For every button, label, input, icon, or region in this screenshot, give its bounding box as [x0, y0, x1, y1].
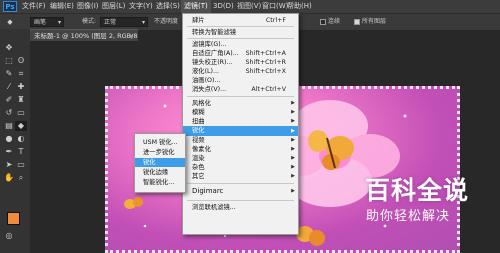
menu-filter[interactable]: 滤镜(T) — [181, 0, 211, 13]
quick-select-icon[interactable]: ✎ — [3, 69, 15, 79]
path-select-icon[interactable]: ➤ — [3, 160, 15, 170]
chevron-down-icon: ▾ — [57, 19, 61, 26]
submenu-arrow-icon: ▶ — [291, 155, 295, 161]
submenu-arrow-icon: ▶ — [291, 188, 295, 194]
menu-row-digimarc[interactable]: Digimarc ▶ — [183, 186, 298, 197]
preset-select[interactable]: 画笔 ▾ — [30, 17, 64, 27]
submenu-arrow-icon: ▶ — [291, 164, 295, 170]
watermark-subtitle: 助你轻松解决 — [366, 209, 451, 224]
close-icon[interactable]: × — [129, 30, 134, 41]
menu-file[interactable]: 文件(F) — [22, 0, 46, 13]
menu-row-filter-gallery[interactable]: 滤镜库(G)... — [183, 40, 298, 49]
sharpen-submenu: USM 锐化... 进一步锐化 锐化 锐化边缘 智能锐化... — [134, 133, 186, 193]
mode-value: 正常 — [104, 19, 117, 26]
menu-row-browse-online-filters[interactable]: 浏览联机滤镜... — [183, 203, 298, 212]
healing-icon[interactable]: ✚ — [15, 82, 27, 92]
menu-help[interactable]: 帮助(H) — [287, 0, 312, 13]
smooth-label: 连续 — [328, 18, 341, 25]
submenu-sharpen-edges[interactable]: 锐化边缘 — [135, 168, 185, 177]
mode-select[interactable]: 正常 ▾ — [100, 17, 148, 27]
stamp-icon[interactable]: ♜ — [15, 95, 27, 105]
zoom-icon[interactable]: ⌕ — [15, 173, 27, 183]
foreground-color-swatch[interactable] — [7, 212, 20, 225]
eyedropper-icon[interactable]: ⁄ — [3, 82, 15, 92]
document-tab[interactable]: 未标题-1 @ 100% (图层 2, RGB/8) * × — [30, 29, 138, 41]
eraser-icon[interactable]: ▭ — [15, 108, 27, 118]
menu-row-lens-correction[interactable]: 镜头校正(R)... Shift+Ctrl+R — [183, 58, 298, 67]
menu-row-oil-paint[interactable]: 油画(O)... — [183, 76, 298, 85]
submenu-smart-sharpen[interactable]: 智能锐化... — [135, 178, 185, 187]
menu-row-sharpen[interactable]: 锐化 ▶ — [183, 126, 298, 136]
type-icon[interactable]: T — [15, 147, 27, 157]
crop-icon[interactable]: ⌗ — [15, 69, 27, 79]
hand-icon[interactable]: ✋ — [3, 173, 15, 183]
move-icon[interactable]: ✥ — [3, 43, 15, 53]
menu-row-video[interactable]: 视频 ▶ — [183, 136, 298, 145]
menu-row-blur[interactable]: 模糊 ▶ — [183, 108, 298, 117]
menu-view[interactable]: 视图(V) — [237, 0, 261, 13]
preset-value: 画笔 — [34, 19, 47, 26]
menu-row-pixelate[interactable]: 像素化 ▶ — [183, 145, 298, 154]
quick-mask-icon[interactable]: ◎ — [3, 231, 15, 241]
submenu-arrow-icon: ▶ — [291, 137, 295, 143]
menu-row-adaptive-wide-angle[interactable]: 自适应广角(A)... Shift+Ctrl+A — [183, 49, 298, 58]
tools-panel: ✥ ⬚ ʘ ✎ ⌗ ⁄ ✚ ✐ ♜ ↺ ▭ ▤ ◆ ● ◐ ✒ T ➤ ▭ ✋ … — [0, 29, 31, 253]
menu-row-distort[interactable]: 扭曲 ▶ — [183, 117, 298, 126]
blur-icon[interactable]: ● — [3, 134, 15, 144]
submenu-sharpen[interactable]: 锐化 — [135, 158, 185, 167]
all-layers-checkbox[interactable] — [354, 19, 360, 25]
submenu-arrow-icon: ▶ — [291, 173, 295, 179]
submenu-usm-sharpen[interactable]: USM 锐化... — [135, 138, 185, 147]
watermark: 百科全说 助你轻松解决 — [340, 171, 500, 233]
brush-icon[interactable]: ✐ — [3, 95, 15, 105]
menu-3d[interactable]: 3D(D) — [213, 0, 234, 13]
lasso-icon[interactable]: ʘ — [15, 56, 27, 66]
menu-row-stylize[interactable]: 风格化 ▶ — [183, 99, 298, 108]
submenu-sharpen-more[interactable]: 进一步锐化 — [135, 148, 185, 157]
smooth-checkbox[interactable] — [320, 19, 326, 25]
paint-bucket-icon[interactable]: ◆ — [5, 17, 15, 27]
menu-image[interactable]: 图像(I) — [77, 0, 99, 13]
submenu-arrow-icon: ▶ — [291, 100, 295, 106]
menu-row-vanishing-point[interactable]: 消失点(V)... Alt+Ctrl+V — [183, 85, 298, 94]
gradient-icon[interactable]: ▤ — [3, 121, 15, 131]
menu-select[interactable]: 选择(S) — [156, 0, 180, 13]
submenu-arrow-icon: ▶ — [291, 109, 295, 115]
menu-row-noise[interactable]: 杂色 ▶ — [183, 163, 298, 172]
filter-dropdown-menu: 肆片 Ctrl+F 转换为智能滤镜 滤镜库(G)... 自适应广角(A)... Sh… — [182, 13, 299, 235]
paint-bucket-tool-icon[interactable]: ◆ — [15, 121, 27, 131]
menu-row-other[interactable]: 其它 ▶ — [183, 172, 298, 181]
menu-bar: Ps 文件(F) 编辑(E) 图像(I) 图层(L) 文字(Y) 选择(S) 滤… — [0, 0, 500, 13]
menu-edit[interactable]: 编辑(E) — [50, 0, 74, 13]
menu-row-liquify[interactable]: 液化(L)... Shift+Ctrl+X — [183, 67, 298, 76]
opacity-label: 不透明度 — [154, 18, 179, 25]
marquee-icon[interactable]: ⬚ — [3, 56, 15, 66]
document-title: 未标题-1 @ 100% (图层 2, RGB/8) * — [34, 32, 138, 40]
menu-window[interactable]: 窗口(W) — [262, 0, 288, 13]
menu-layer[interactable]: 图层(L) — [102, 0, 125, 13]
submenu-arrow-icon: ▶ — [291, 146, 295, 152]
all-layers-label: 所有图层 — [362, 18, 387, 25]
submenu-arrow-icon: ▶ — [291, 128, 295, 134]
shape-icon[interactable]: ▭ — [15, 160, 27, 170]
watermark-title: 百科全说 — [365, 176, 470, 205]
chevron-down-icon: ▾ — [141, 19, 145, 26]
menu-row-convert-smart-filter[interactable]: 转换为智能滤镜 — [183, 28, 298, 37]
submenu-arrow-icon: ▶ — [291, 118, 295, 124]
mode-label: 模式: — [82, 18, 97, 25]
menu-type[interactable]: 文字(Y) — [129, 0, 153, 13]
dodge-icon[interactable]: ◐ — [15, 134, 27, 144]
menu-row-last-filter[interactable]: 肆片 Ctrl+F — [183, 16, 298, 25]
pen-icon[interactable]: ✒ — [3, 147, 15, 157]
history-brush-icon[interactable]: ↺ — [3, 108, 15, 118]
photoshop-logo: Ps — [3, 1, 17, 12]
menu-row-render[interactable]: 渲染 ▶ — [183, 154, 298, 163]
